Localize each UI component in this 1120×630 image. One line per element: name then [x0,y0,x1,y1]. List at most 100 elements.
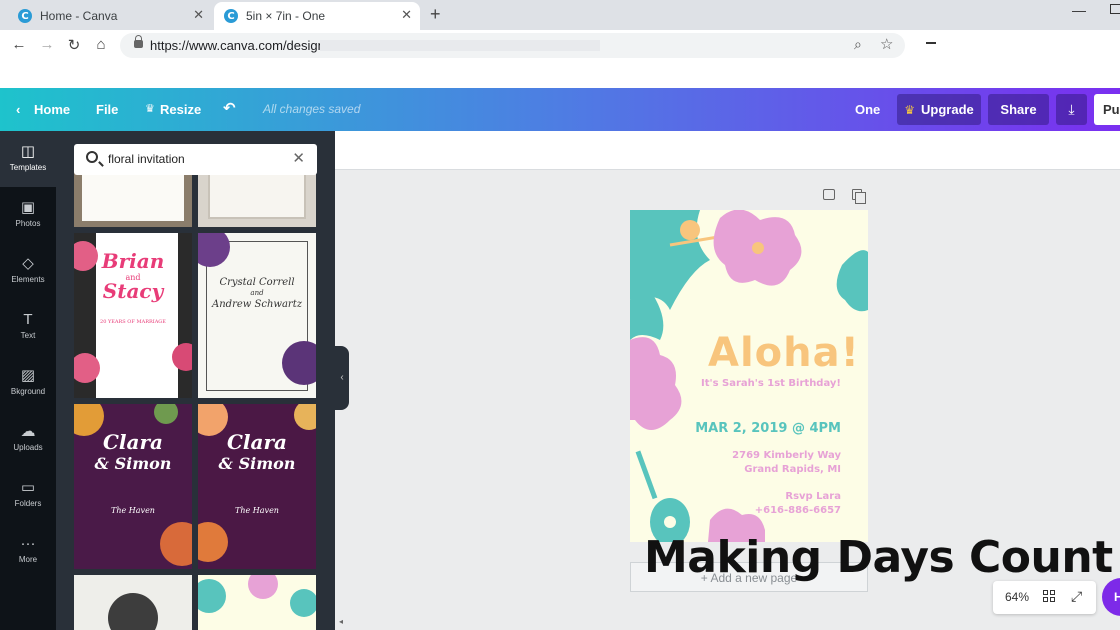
download-icon[interactable]: ⤓ [1056,94,1087,125]
left-rail: ◫ Templates ▣ Photos ◇ Elements T Text ▨… [0,131,56,630]
crown-icon: ♛ [145,103,155,115]
template-title: Stacy [102,279,164,303]
browser-tab-bar: C Home - Canva ✕ C 5in × 7in - One ✕ + — [0,0,1120,30]
home-icon[interactable]: ⌂ [92,36,110,53]
design-rsvp-line2[interactable]: +616-886-6657 [755,505,841,516]
url-redaction [320,40,600,51]
design-subheadline[interactable]: It's Sarah's 1st Birthday! [701,378,841,389]
browser-address-bar: ← → ↻ ⌂ https://www.canva.com/design/ ⌕ … [0,30,1120,60]
template-title: Crystal Correll [219,277,295,288]
page-gap [0,60,1120,88]
close-tab-icon[interactable]: ✕ [401,7,412,23]
folders-icon: ▭ [20,479,36,496]
crown-icon: ♛ [904,102,916,117]
design-address-line1[interactable]: 2769 Kimberly Way [732,450,841,461]
zoom-level[interactable]: 64% [1005,590,1029,604]
canva-favicon-icon: C [224,9,238,23]
rail-label: Bkground [10,387,46,396]
template-title: Brian [101,249,165,273]
template-thumbnail[interactable]: Crystal Correll and Andrew Schwartz [198,233,316,398]
upgrade-button[interactable]: ♛ Upgrade [897,94,981,125]
rail-item-photos[interactable]: ▣ Photos [0,187,56,243]
canva-favicon-icon: C [18,9,32,23]
duplicate-page-icon[interactable] [852,189,866,204]
clear-search-icon[interactable]: ✕ [292,149,305,167]
lock-icon [134,35,143,48]
rail-label: Uploads [13,443,43,452]
template-thumbnail[interactable] [74,575,192,630]
extension-icon[interactable] [926,42,936,44]
design-rsvp-line1[interactable]: Rsvp Lara [785,491,841,502]
rail-item-folders[interactable]: ▭ Folders [0,467,56,523]
uploads-icon: ☁ [20,423,36,440]
grid-view-icon[interactable] [1043,590,1055,602]
chevron-left-icon[interactable]: ‹ [16,102,20,117]
rail-item-background[interactable]: ▨ Bkground [0,355,56,411]
close-tab-icon[interactable]: ✕ [193,7,204,23]
rail-label: Folders [14,499,42,508]
template-title: Clara [103,430,163,454]
fullscreen-icon[interactable]: ⤢ [1071,588,1082,605]
tab-title: Home - Canva [40,9,118,23]
template-subtitle: 20 YEARS OF MARRIAGE [100,319,166,325]
rail-item-text[interactable]: T Text [0,299,56,355]
template-subtitle: The Haven [235,506,279,515]
more-icon: ··· [20,535,36,552]
template-thumbnail[interactable] [198,575,316,630]
reload-icon[interactable]: ↻ [65,36,83,54]
new-tab-icon[interactable]: + [430,4,441,25]
back-arrow-icon[interactable]: ← [10,36,28,53]
undo-icon[interactable]: ↶ [223,99,236,117]
elements-icon: ◇ [22,255,34,272]
rail-item-templates[interactable]: ◫ Templates [0,131,56,187]
resize-button[interactable]: Resize [160,102,201,117]
editor-toolbar [335,131,1120,170]
file-menu-button[interactable]: File [96,102,118,117]
browser-tab-home[interactable]: C Home - Canva ✕ [8,2,212,30]
upgrade-label: Upgrade [921,102,974,117]
publish-button[interactable]: Publish [1094,94,1120,125]
doc-title[interactable]: One [855,102,880,117]
template-thumbnail[interactable]: Brian and Stacy 20 YEARS OF MARRIAGE [74,233,192,398]
scroll-left-arrow-icon[interactable]: ◂ [339,617,343,626]
template-subtitle: The Haven [111,506,155,515]
url-text: https://www.canva.com/design/ [150,38,329,53]
rail-label: More [18,555,38,564]
home-button[interactable]: Home [34,102,70,117]
share-button[interactable]: Share [988,94,1049,125]
search-input[interactable] [108,150,288,168]
design-date[interactable]: MAR 2, 2019 @ 4PM [695,421,841,436]
design-address-line2[interactable]: Grand Rapids, MI [744,464,841,475]
rail-label: Elements [11,275,45,284]
rail-item-uploads[interactable]: ☁ Uploads [0,411,56,467]
search-icon [86,151,98,163]
zoom-magnifier-icon[interactable]: ⌕ [854,36,862,53]
minimize-window-icon[interactable]: — [1072,2,1086,18]
forward-arrow-icon[interactable]: → [38,36,56,53]
browser-tab-design[interactable]: C 5in × 7in - One ✕ [214,2,420,30]
maximize-window-icon[interactable] [1110,4,1120,14]
bookmark-star-icon[interactable]: ☆ [880,35,893,53]
template-title: and [250,289,264,297]
template-thumbnail[interactable]: Clara & Simon The Haven [198,404,316,569]
template-search-box[interactable]: ✕ [74,144,317,175]
rail-label: Photos [15,219,41,228]
template-title: & Simon [94,454,172,473]
templates-icon: ◫ [20,143,36,160]
save-status: All changes saved [263,102,361,116]
rail-item-elements[interactable]: ◇ Elements [0,243,56,299]
collapse-panel-icon[interactable]: ‹ [335,346,349,410]
design-headline[interactable]: Aloha! [708,330,860,376]
template-title: Clara [227,430,287,454]
tab-title: 5in × 7in - One [246,9,326,23]
rail-label: Text [20,331,36,340]
background-icon: ▨ [20,367,36,384]
rail-item-more[interactable]: ··· More [0,523,56,579]
template-thumbnail[interactable]: Clara & Simon The Haven [74,404,192,569]
canva-header: ‹ Home File ♛ Resize ↶ All changes saved… [0,88,1120,131]
template-title: Andrew Schwartz [212,299,302,310]
notes-icon[interactable] [823,189,835,200]
rail-label: Templates [9,163,47,172]
design-page[interactable]: Aloha! It's Sarah's 1st Birthday! MAR 2,… [630,210,868,542]
url-omnibox[interactable]: https://www.canva.com/design/ ⌕ ☆ [120,33,905,58]
